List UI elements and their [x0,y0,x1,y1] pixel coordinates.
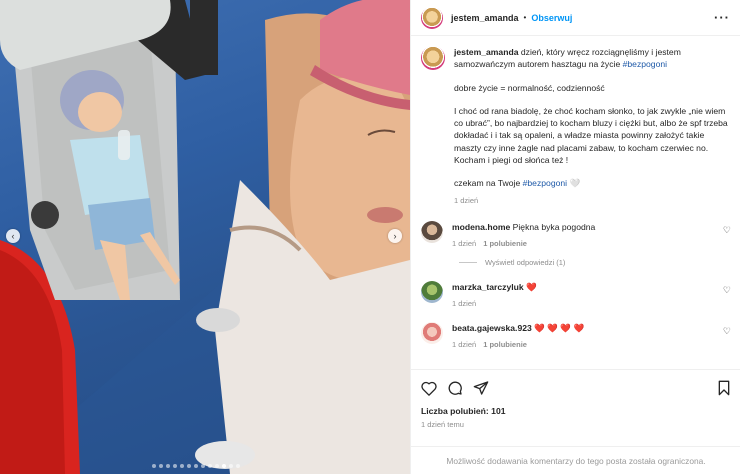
author-avatar[interactable] [421,6,443,29]
post-date: 1 dzień temu [421,420,464,429]
likes-count[interactable]: Liczba polubień: 101 [421,406,731,416]
carousel-dot [152,464,156,468]
carousel-dot [201,464,205,468]
commenter-avatar[interactable] [421,280,443,303]
comment-text: ❤️ ❤️ ❤️ ❤️ [531,322,585,333]
photo-illustration [0,0,410,474]
comment-text: Piękna byka pogodna [510,221,596,232]
comment-item: beata.gajewska.923 ❤️ ❤️ ❤️ ❤️ 1 dzień 1 … [421,321,731,351]
follow-button[interactable]: Obserwuj [531,13,572,23]
comments-disabled-notice: Możliwość dodawania komentarzy do tego p… [411,446,740,474]
caption-paragraph: I choć od rana biadolę, że choć kocham s… [454,105,728,166]
carousel-dot [208,464,212,468]
caption-author-avatar[interactable] [421,46,445,70]
carousel-dot [166,464,170,468]
previous-slide-button[interactable]: ‹ [6,229,20,243]
comment-time: 1 dzień [452,339,477,349]
commenter-avatar[interactable] [421,321,443,344]
commenter-username[interactable]: beata.gajewska.923 [452,323,532,333]
post-side-panel: jestem_amanda • Obserwuj ··· jestem_aman… [410,0,740,474]
post-header: jestem_amanda • Obserwuj ··· [411,0,740,36]
carousel-dot [215,464,219,468]
heart-emoji: 🤍 [569,178,581,189]
carousel-dot [173,464,177,468]
commenter-username[interactable]: modena.home [452,222,510,232]
like-comment-heart-icon[interactable]: ♡ [723,326,731,337]
comment-item: modena.home Piękna byka pogodna 1 dzień 1… [421,220,731,250]
like-comment-heart-icon[interactable]: ♡ [723,285,731,296]
carousel-indicator [152,464,240,468]
bookmark-icon[interactable] [717,380,731,396]
like-heart-icon[interactable] [421,381,437,396]
hashtag-link[interactable]: #bezpogoni [523,178,567,188]
post-actions: Liczba polubień: 101 1 dzień temu [411,369,740,429]
comments-section[interactable]: jestem_amanda dzień, który wręcz rozciąg… [411,37,740,367]
comment-time: 1 dzień [452,238,477,248]
carousel-dot [159,464,163,468]
chevron-right-icon: › [393,231,397,241]
carousel-dot [194,464,198,468]
comment-bubble-icon[interactable] [447,380,463,396]
carousel-dot [187,464,191,468]
view-replies-label[interactable]: Wyświetl odpowiedzi (1) [485,258,565,267]
hashtag-link[interactable]: #bezpogoni [623,59,667,69]
author-username[interactable]: jestem_amanda [451,13,519,23]
commenter-username[interactable]: marzka_tarczyluk [452,282,524,292]
comment-time: 1 dzień [452,298,477,308]
share-send-icon[interactable] [473,380,489,396]
comment-text: ❤️ [523,281,537,292]
like-comment-heart-icon[interactable]: ♡ [723,225,731,236]
carousel-dot [180,464,184,468]
carousel-dot [236,464,240,468]
comment-item: marzka_tarczyluk ❤️ 1 dzień ♡ [421,280,731,310]
caption-time: 1 dzień [454,195,479,205]
caption-paragraph: dobre życie = normalność, codzienność [454,82,605,93]
carousel-dot [222,464,226,468]
caption-paragraph: czekam na Twoje [454,178,523,189]
carousel-dot [229,464,233,468]
instagram-post-modal: ‹ › jestem_amanda • Obserwuj ··· jestem_… [0,0,740,474]
chevron-left-icon: ‹ [11,231,15,241]
replies-divider [459,261,477,263]
next-slide-button[interactable]: › [388,229,402,243]
comment-likes[interactable]: 1 polubienie [483,340,527,349]
more-horizontal-icon[interactable]: ··· [714,10,730,25]
post-photo: ‹ › [0,0,410,474]
header-separator: • [523,13,527,22]
comment-likes[interactable]: 1 polubienie [483,239,527,248]
commenter-avatar[interactable] [421,220,443,243]
post-caption: jestem_amanda dzień, który wręcz rozciąg… [421,46,731,207]
view-replies-button[interactable]: Wyświetl odpowiedzi (1) [459,258,731,267]
caption-username[interactable]: jestem_amanda [454,47,519,57]
